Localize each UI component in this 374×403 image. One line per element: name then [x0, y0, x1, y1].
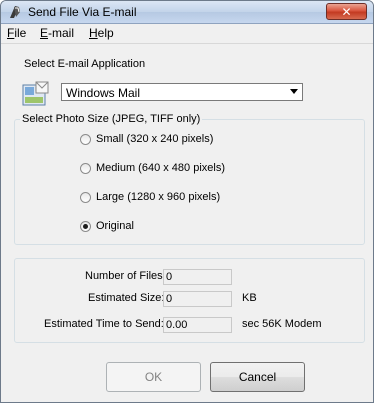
close-icon: ✕ — [341, 4, 352, 19]
menu-file-label: ile — [14, 26, 27, 40]
num-files-label: Number of Files: — [85, 270, 166, 282]
ok-button[interactable]: OK — [106, 362, 201, 392]
est-size-label: Estimated Size: — [88, 292, 165, 304]
est-time-label: Estimated Time to Send: — [44, 318, 164, 330]
email-app-label: Select E-mail Application — [24, 58, 146, 70]
email-app-selected: Windows Mail — [66, 86, 141, 100]
est-time-unit: sec 56K Modem — [242, 318, 322, 330]
menu-help[interactable]: Help — [89, 26, 114, 40]
send-mail-icon — [10, 6, 20, 18]
chevron-down-icon[interactable] — [290, 89, 298, 94]
radio-small-button[interactable] — [80, 133, 91, 145]
radio-medium[interactable]: Medium (640 x 480 pixels) — [80, 161, 225, 175]
est-size-unit: KB — [242, 292, 257, 304]
num-files-field: 0 — [163, 269, 232, 285]
mail-app-icon — [22, 81, 49, 106]
radio-original[interactable]: Original — [80, 219, 134, 233]
photo-size-label: Select Photo Size (JPEG, TIFF only) — [20, 113, 203, 125]
radio-large[interactable]: Large (1280 x 960 pixels) — [80, 190, 220, 204]
menu-help-label: elp — [97, 26, 114, 40]
menu-email[interactable]: E-mail — [40, 26, 74, 40]
est-time-field: 0.00 — [163, 317, 232, 333]
email-app-select[interactable]: Windows Mail — [61, 83, 303, 101]
menu-bar: File E-mail Help — [1, 24, 373, 44]
radio-large-label: Large (1280 x 960 pixels) — [96, 191, 221, 203]
radio-medium-button[interactable] — [80, 162, 91, 174]
window-title: Send File Via E-mail — [28, 5, 137, 19]
est-size-field: 0 — [163, 291, 232, 307]
radio-large-button[interactable] — [80, 191, 91, 203]
radio-medium-label: Medium (640 x 480 pixels) — [96, 162, 226, 174]
menu-email-accel: E — [40, 26, 49, 40]
radio-small[interactable]: Small (320 x 240 pixels) — [80, 132, 213, 146]
menu-help-accel: H — [89, 26, 98, 40]
dialog-window: Send File Via E-mail ✕ File E-mail Help … — [0, 0, 374, 403]
close-button[interactable]: ✕ — [326, 3, 367, 20]
radio-original-label: Original — [96, 220, 134, 232]
radio-original-button[interactable] — [80, 220, 91, 232]
menu-file[interactable]: File — [7, 26, 26, 40]
title-bar[interactable]: Send File Via E-mail ✕ — [1, 1, 373, 24]
menu-email-label: -mail — [48, 26, 75, 40]
radio-small-label: Small (320 x 240 pixels) — [96, 133, 214, 145]
cancel-button[interactable]: Cancel — [210, 362, 305, 392]
